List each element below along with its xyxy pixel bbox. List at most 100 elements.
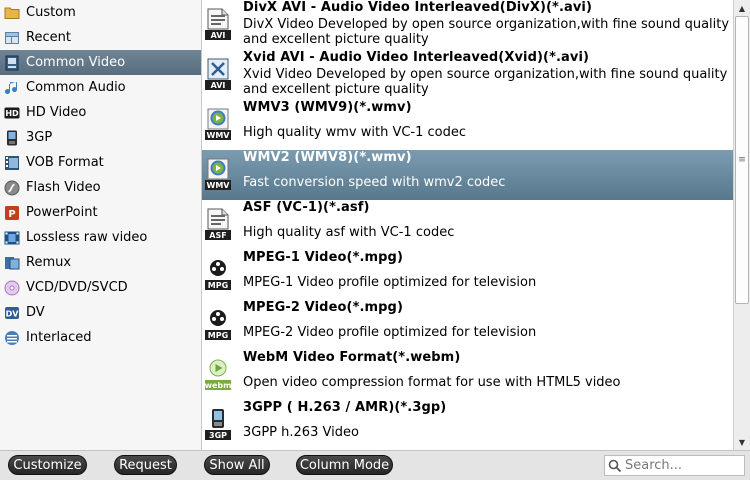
request-button[interactable]: Request xyxy=(114,455,177,475)
sidebar-item-label: VCD/DVD/SVCD xyxy=(26,280,128,295)
format-list-item[interactable]: webm WebM Video Format(*.webm) Open video … xyxy=(202,350,733,400)
column-mode-button[interactable]: Column Mode xyxy=(296,455,393,475)
sidebar-item-label: 3GP xyxy=(26,130,53,145)
phone-icon xyxy=(4,130,20,146)
format-description: Xvid Video Developed by open source orga… xyxy=(243,67,728,97)
search-input[interactable] xyxy=(625,458,740,473)
svg-text:MPG: MPG xyxy=(208,331,228,340)
3gp-phone-icon: 3GP xyxy=(205,408,231,441)
format-list-item[interactable]: ASF ASF (VC-1)(*.asf) High quality asf wit… xyxy=(202,200,733,250)
svg-text:MPG: MPG xyxy=(208,281,228,290)
sidebar-item-label: Interlaced xyxy=(26,330,92,345)
format-description: DivX Video Developed by open source orga… xyxy=(243,17,730,47)
bottom-toolbar: Customize Request Show All Column Mode xyxy=(0,450,750,480)
avi-file-icon: AVI xyxy=(205,8,231,41)
sidebar-item-label: PowerPoint xyxy=(26,205,98,220)
format-list-item[interactable]: 3GP 3GPP ( H.263 / AMR)(*.3gp) 3GPP h.263 … xyxy=(202,400,733,450)
svg-text:3GP: 3GP xyxy=(209,431,227,440)
powerpoint-icon: P xyxy=(4,205,20,221)
customize-button[interactable]: Customize xyxy=(8,455,87,475)
asf-file-icon: ASF xyxy=(205,208,231,241)
remux-icon xyxy=(4,255,20,271)
format-description: MPEG-2 Video profile optimized for telev… xyxy=(243,325,537,340)
format-list-item[interactable]: AVI DivX AVI - Audio Video Interleaved(Di… xyxy=(202,0,733,50)
format-list-item[interactable]: MPG MPEG-2 Video(*.mpg) MPEG-2 Video profi… xyxy=(202,300,733,350)
sidebar-item-label: DV xyxy=(26,305,45,320)
svg-text:HD: HD xyxy=(5,109,19,118)
format-description: Open video compression format for use wi… xyxy=(243,375,621,390)
dv-icon: DV xyxy=(4,305,20,321)
format-title: WebM Video Format(*.webm) xyxy=(243,350,461,365)
sidebar-item-vcd-dvd-svcd[interactable]: VCD/DVD/SVCD xyxy=(0,275,201,300)
sidebar-item-label: Lossless raw video xyxy=(26,230,148,245)
search-box[interactable] xyxy=(604,455,745,476)
sidebar-item-label: HD Video xyxy=(26,105,87,120)
sidebar-item-hd-video[interactable]: HD HD Video xyxy=(0,100,201,125)
svg-text:webm: webm xyxy=(205,381,231,390)
format-title: WMV3 (WMV9)(*.wmv) xyxy=(243,100,412,115)
sidebar-item-dv[interactable]: DV DV xyxy=(0,300,201,325)
sidebar-item-lossless-raw-video[interactable]: Lossless raw video xyxy=(0,225,201,250)
sidebar-item-label: Recent xyxy=(26,30,71,45)
svg-text:P: P xyxy=(8,209,15,220)
film-reel-icon: MPG xyxy=(205,258,231,291)
format-list-item[interactable]: WMV WMV2 (WMV8)(*.wmv) Fast conversion spe… xyxy=(202,150,733,200)
sidebar-item-label: Common Audio xyxy=(26,80,126,95)
sidebar-item-common-audio[interactable]: Common Audio xyxy=(0,75,201,100)
svg-text:WMV: WMV xyxy=(207,181,231,190)
hd-icon: HD xyxy=(4,105,20,121)
show-all-button[interactable]: Show All xyxy=(204,455,270,475)
video-file-icon xyxy=(4,55,20,71)
sidebar-item-flash-video[interactable]: Flash Video xyxy=(0,175,201,200)
format-picker-window: Custom Recent Common Video Common Audio HD HD… xyxy=(0,0,750,480)
category-sidebar: Custom Recent Common Video Common Audio HD HD… xyxy=(0,0,202,450)
xvid-file-icon: AVI xyxy=(205,58,231,91)
sidebar-item-common-video[interactable]: Common Video xyxy=(0,50,201,75)
format-title: MPEG-2 Video(*.mpg) xyxy=(243,300,404,315)
wmv-file-icon: WMV xyxy=(205,158,231,191)
sidebar-item-label: Custom xyxy=(26,5,76,20)
format-title: DivX AVI - Audio Video Interleaved(DivX)… xyxy=(243,0,593,15)
format-title: 3GPP ( H.263 / AMR)(*.3gp) xyxy=(243,400,447,415)
sidebar-item-label: Remux xyxy=(26,255,72,270)
svg-text:WMV: WMV xyxy=(207,131,231,140)
folder-icon xyxy=(4,5,20,21)
sidebar-item-powerpoint[interactable]: P PowerPoint xyxy=(0,200,201,225)
sidebar-item-interlaced[interactable]: Interlaced xyxy=(0,325,201,350)
sidebar-item-recent[interactable]: Recent xyxy=(0,25,201,50)
format-list-item[interactable]: AVI Xvid AVI - Audio Video Interleaved(Xv… xyxy=(202,50,733,100)
raw-film-icon xyxy=(4,230,20,246)
svg-text:ASF: ASF xyxy=(209,231,226,240)
wmv-file-icon: WMV xyxy=(205,108,231,141)
sidebar-item-vob-format[interactable]: VOB Format xyxy=(0,150,201,175)
webm-play-icon: webm xyxy=(205,358,231,391)
format-list-scrollbar[interactable]: ▲ ≡ ▼ xyxy=(733,0,750,450)
sidebar-item-3gp[interactable]: 3GP xyxy=(0,125,201,150)
sidebar-item-label: VOB Format xyxy=(26,155,104,170)
sidebar-item-remux[interactable]: Remux xyxy=(0,250,201,275)
format-description: MPEG-1 Video profile optimized for telev… xyxy=(243,275,537,290)
sidebar-item-label: Common Video xyxy=(26,55,126,70)
sidebar-item-custom[interactable]: Custom xyxy=(0,0,201,25)
format-title: ASF (VC-1)(*.asf) xyxy=(243,200,370,215)
sidebar-item-label: Flash Video xyxy=(26,180,101,195)
format-list-item[interactable]: WMV WMV3 (WMV9)(*.wmv) High quality wmv wi… xyxy=(202,100,733,150)
svg-text:AVI: AVI xyxy=(211,81,226,90)
scroll-down-arrow-icon[interactable]: ▼ xyxy=(734,434,750,450)
format-description: High quality asf with VC-1 codec xyxy=(243,225,455,240)
search-icon xyxy=(605,456,625,475)
film-strip-icon xyxy=(4,155,20,171)
music-note-icon xyxy=(4,80,20,96)
format-list-item[interactable]: MPG MPEG-1 Video(*.mpg) MPEG-1 Video profi… xyxy=(202,250,733,300)
format-title: MPEG-1 Video(*.mpg) xyxy=(243,250,404,265)
format-title: WMV2 (WMV8)(*.wmv) xyxy=(243,150,412,165)
film-reel-icon: MPG xyxy=(205,308,231,341)
svg-text:AVI: AVI xyxy=(211,31,226,40)
format-list: AVI DivX AVI - Audio Video Interleaved(Di… xyxy=(202,0,733,450)
scrollbar-thumb[interactable]: ≡ xyxy=(735,16,749,304)
disc-icon xyxy=(4,280,20,296)
scroll-up-arrow-icon[interactable]: ▲ xyxy=(734,0,750,16)
format-title: Xvid AVI - Audio Video Interleaved(Xvid)… xyxy=(243,50,590,65)
format-description: 3GPP h.263 Video xyxy=(243,425,359,440)
recent-grid-icon xyxy=(4,30,20,46)
